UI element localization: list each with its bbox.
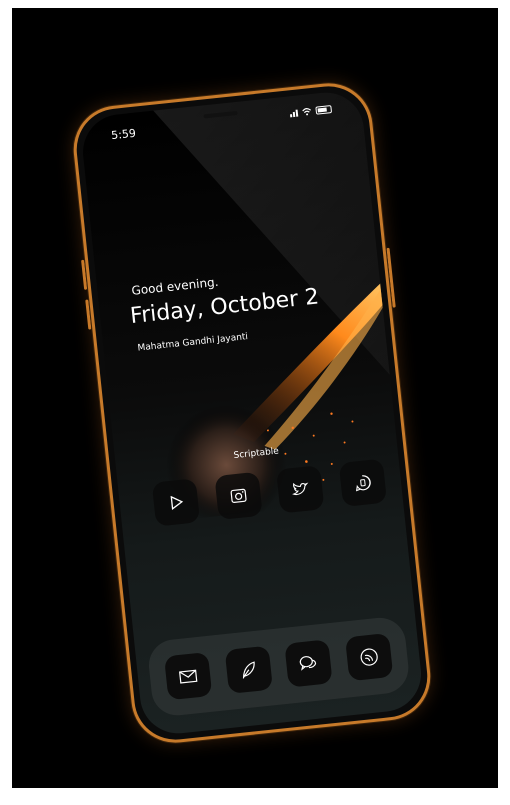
rss-circle-icon bbox=[360, 648, 378, 666]
bird-icon bbox=[292, 482, 309, 495]
wallpaper-frame: 5:59 Good evening. Friday, October 2 Mah… bbox=[12, 8, 498, 788]
wifi-icon bbox=[302, 108, 312, 116]
signal-icon bbox=[289, 109, 299, 117]
leaf-app-button[interactable] bbox=[224, 645, 273, 694]
mail-app-button[interactable] bbox=[164, 651, 213, 701]
home-screen: 5:59 Good evening. Friday, October 2 Mah… bbox=[79, 88, 425, 738]
play-icon bbox=[170, 495, 184, 511]
earpiece bbox=[203, 110, 238, 119]
chat-bubbles-icon bbox=[299, 656, 317, 671]
message-phone-app-button[interactable] bbox=[338, 458, 388, 507]
battery-icon bbox=[315, 105, 333, 115]
camera-app-button[interactable] bbox=[214, 471, 263, 521]
dock bbox=[146, 615, 411, 718]
status-time: 5:59 bbox=[110, 126, 137, 143]
leaf-icon bbox=[242, 661, 255, 680]
screen-glare bbox=[137, 89, 425, 450]
chat-app-button[interactable] bbox=[284, 639, 333, 688]
play-app-button[interactable] bbox=[151, 478, 201, 527]
mail-icon bbox=[179, 669, 198, 684]
phone-body: 5:59 Good evening. Friday, October 2 Mah… bbox=[69, 79, 435, 747]
rss-app-button[interactable] bbox=[344, 632, 394, 682]
bird-app-button[interactable] bbox=[276, 465, 325, 514]
phone-mockup: 5:59 Good evening. Friday, October 2 Mah… bbox=[69, 79, 435, 747]
home-app-row bbox=[151, 458, 388, 527]
message-phone-icon bbox=[355, 475, 371, 492]
greeting-text: Good evening. bbox=[130, 274, 220, 298]
holiday-text: Mahatma Gandhi Jayanti bbox=[137, 332, 249, 354]
camera-icon bbox=[230, 488, 247, 503]
